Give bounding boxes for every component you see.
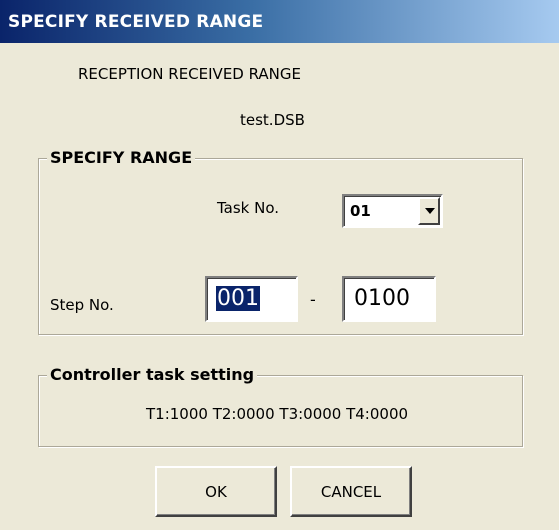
controller-task-title: Controller task setting bbox=[47, 365, 258, 384]
step-no-label: Step No. bbox=[50, 296, 114, 314]
cancel-button[interactable]: CANCEL bbox=[290, 466, 412, 517]
task-no-value: 01 bbox=[350, 202, 371, 220]
task-no-label: Task No. bbox=[217, 199, 280, 217]
controller-task-group: Controller task setting T1:1000 T2:0000 … bbox=[38, 365, 523, 447]
window-title: SPECIFY RECEIVED RANGE bbox=[8, 12, 264, 32]
cancel-button-label: CANCEL bbox=[320, 483, 382, 501]
specify-range-title: SPECIFY RANGE bbox=[47, 148, 196, 167]
step-from-input[interactable]: 001 bbox=[205, 276, 298, 322]
controller-task-values: T1:1000 T2:0000 T3:0000 T4:0000 bbox=[146, 405, 409, 423]
dialog-body: RECEPTION RECEIVED RANGE test.DSB SPECIF… bbox=[0, 43, 559, 530]
reception-range-caption: RECEPTION RECEIVED RANGE bbox=[78, 65, 302, 83]
ok-button[interactable]: OK bbox=[155, 466, 277, 517]
specify-range-group: SPECIFY RANGE Task No. 01 Step No. 001 -… bbox=[38, 148, 523, 335]
title-bar[interactable]: SPECIFY RECEIVED RANGE bbox=[0, 0, 559, 43]
task-no-dropdown[interactable]: 01 bbox=[342, 194, 443, 228]
file-name-label: test.DSB bbox=[240, 111, 305, 129]
step-to-value: 0100 bbox=[354, 286, 410, 311]
dropdown-button[interactable] bbox=[418, 197, 440, 225]
ok-button-label: OK bbox=[205, 483, 227, 501]
chevron-down-icon bbox=[425, 208, 435, 214]
step-from-value: 001 bbox=[216, 286, 260, 311]
range-separator: - bbox=[310, 290, 316, 309]
step-to-input[interactable]: 0100 bbox=[342, 276, 436, 322]
